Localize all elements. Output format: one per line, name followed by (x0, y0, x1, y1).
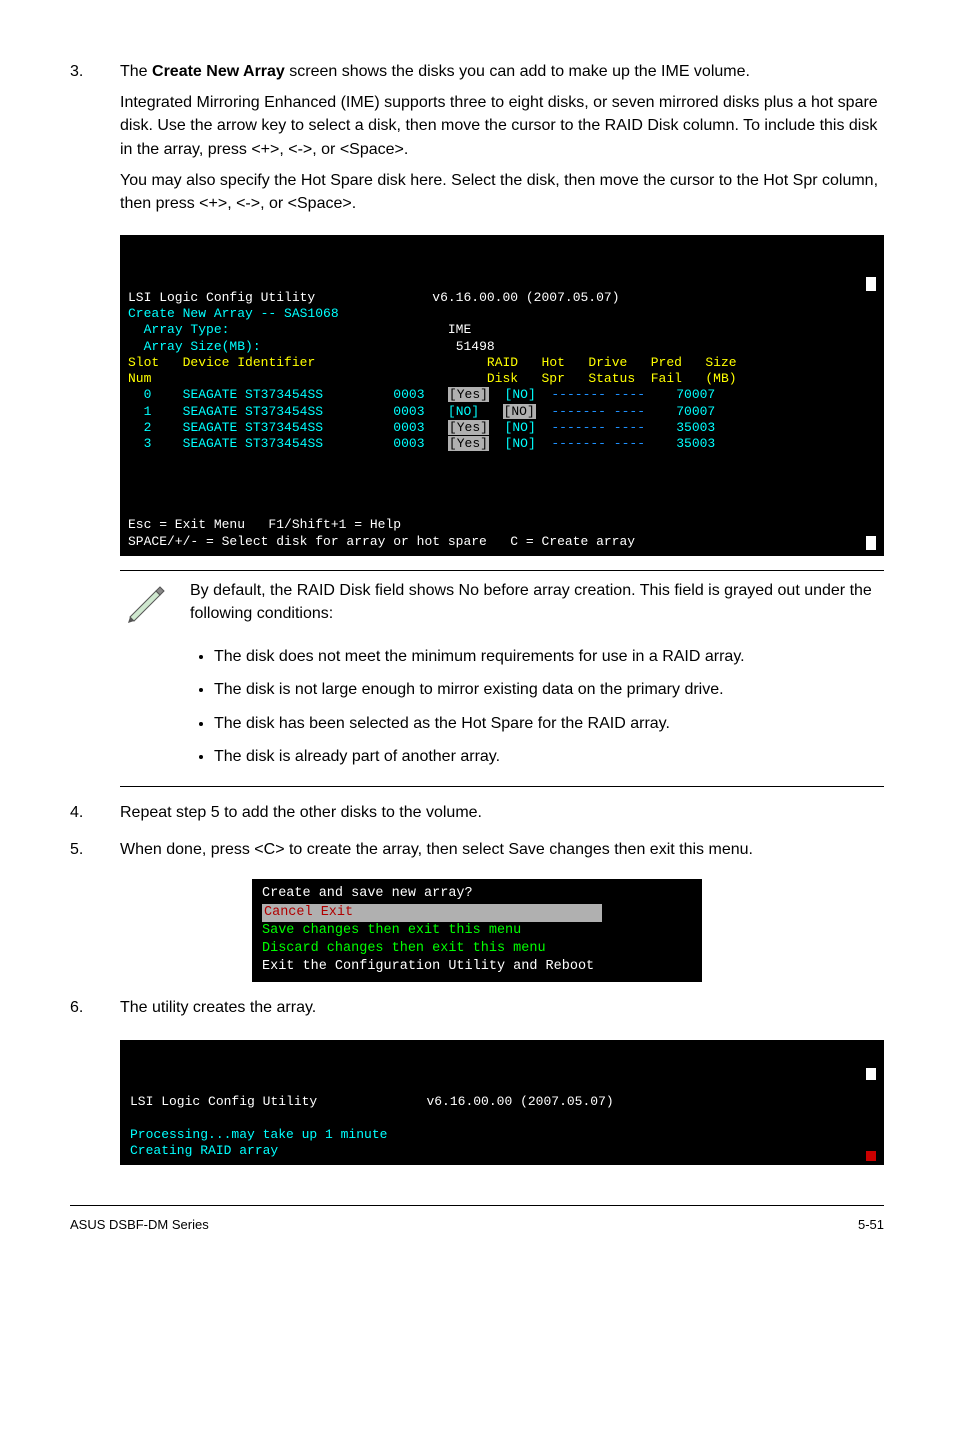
paragraph: The Create New Array screen shows the di… (120, 60, 884, 83)
step-number: 3. (70, 60, 120, 223)
list-item: The disk does not meet the minimum requi… (214, 645, 884, 668)
save-menu-terminal: Create and save new array? Cancel Exit S… (252, 879, 702, 982)
terminal-title: LSI Logic Config Utility v6.16.00.00 (20… (130, 1094, 614, 1109)
note-bullets: The disk does not meet the minimum requi… (120, 641, 884, 787)
bios-terminal-create-array: LSI Logic Config Utility v6.16.00.00 (20… (120, 235, 884, 556)
note-block: By default, the RAID Disk field shows No… (120, 570, 884, 641)
step-3: 3. The Create New Array screen shows the… (70, 60, 884, 223)
paragraph: Integrated Mirroring Enhanced (IME) supp… (120, 91, 884, 161)
menu-item: Exit the Configuration Utility and Reboo… (262, 959, 594, 974)
paragraph: You may also specify the Hot Spare disk … (120, 169, 884, 215)
text: screen shows the disks you can add to ma… (285, 63, 750, 80)
step-body: The Create New Array screen shows the di… (120, 60, 884, 223)
bold-text: Create New Array (152, 63, 285, 80)
scrollbar-marker (866, 277, 876, 291)
bios-terminal-processing: LSI Logic Config Utility v6.16.00.00 (20… (120, 1040, 884, 1166)
page-footer: ASUS DSBF-DM Series 5-51 (70, 1205, 884, 1235)
scrollbar-marker (866, 1151, 876, 1161)
paragraph: By default, the RAID Disk field shows No… (190, 579, 884, 625)
table-row: 0 SEAGATE ST373454SS 0003 [Yes] [NO] ---… (128, 387, 715, 402)
terminal-line: Creating RAID array (130, 1143, 278, 1158)
step-6: 6. The utility creates the array. (70, 996, 884, 1027)
step-number: 4. (70, 801, 120, 832)
terminal-row: Array Size(MB): 51498 (128, 339, 495, 354)
list-item: The disk is already part of another arra… (214, 745, 884, 768)
paragraph: Repeat step 5 to add the other disks to … (120, 801, 884, 824)
terminal-row: Array Type: IME (128, 322, 471, 337)
step-4: 4. Repeat step 5 to add the other disks … (70, 801, 884, 832)
table-row: 3 SEAGATE ST373454SS 0003 [Yes] [NO] ---… (128, 436, 715, 451)
terminal-line: Processing...may take up 1 minute (130, 1127, 387, 1142)
menu-item: Save changes then exit this menu (262, 923, 521, 938)
paragraph: When done, press <C> to create the array… (120, 838, 884, 861)
note-text: By default, the RAID Disk field shows No… (190, 579, 884, 633)
step-5: 5. When done, press <C> to create the ar… (70, 838, 884, 869)
list-item: The disk has been selected as the Hot Sp… (214, 712, 884, 735)
scrollbar-marker (866, 536, 876, 550)
footer-left: ASUS DSBF-DM Series (70, 1216, 209, 1235)
scrollbar-marker (866, 1068, 876, 1080)
table-header-1: Slot Device Identifier RAID Hot Drive Pr… (128, 355, 737, 370)
footer-right: 5-51 (858, 1216, 884, 1235)
menu-title: Create and save new array? (262, 886, 473, 901)
terminal-footer: Esc = Exit Menu F1/Shift+1 = Help (128, 517, 401, 532)
table-row: 1 SEAGATE ST373454SS 0003 [NO] [NO] ----… (128, 404, 715, 419)
terminal-subtitle: Create New Array -- SAS1068 (128, 306, 339, 321)
text: The (120, 63, 152, 80)
menu-item-selected: Cancel Exit (262, 904, 602, 922)
table-row: 2 SEAGATE ST373454SS 0003 [Yes] [NO] ---… (128, 420, 715, 435)
list-item: The disk is not large enough to mirror e… (214, 678, 884, 701)
menu-item: Discard changes then exit this menu (262, 941, 546, 956)
step-number: 5. (70, 838, 120, 869)
pencil-icon (120, 579, 190, 630)
terminal-title: LSI Logic Config Utility v6.16.00.00 (20… (128, 290, 620, 305)
table-header-2: Num Disk Spr Status Fail (MB) (128, 371, 737, 386)
terminal-footer: SPACE/+/- = Select disk for array or hot… (128, 534, 635, 549)
paragraph: The utility creates the array. (120, 996, 884, 1019)
step-number: 6. (70, 996, 120, 1027)
